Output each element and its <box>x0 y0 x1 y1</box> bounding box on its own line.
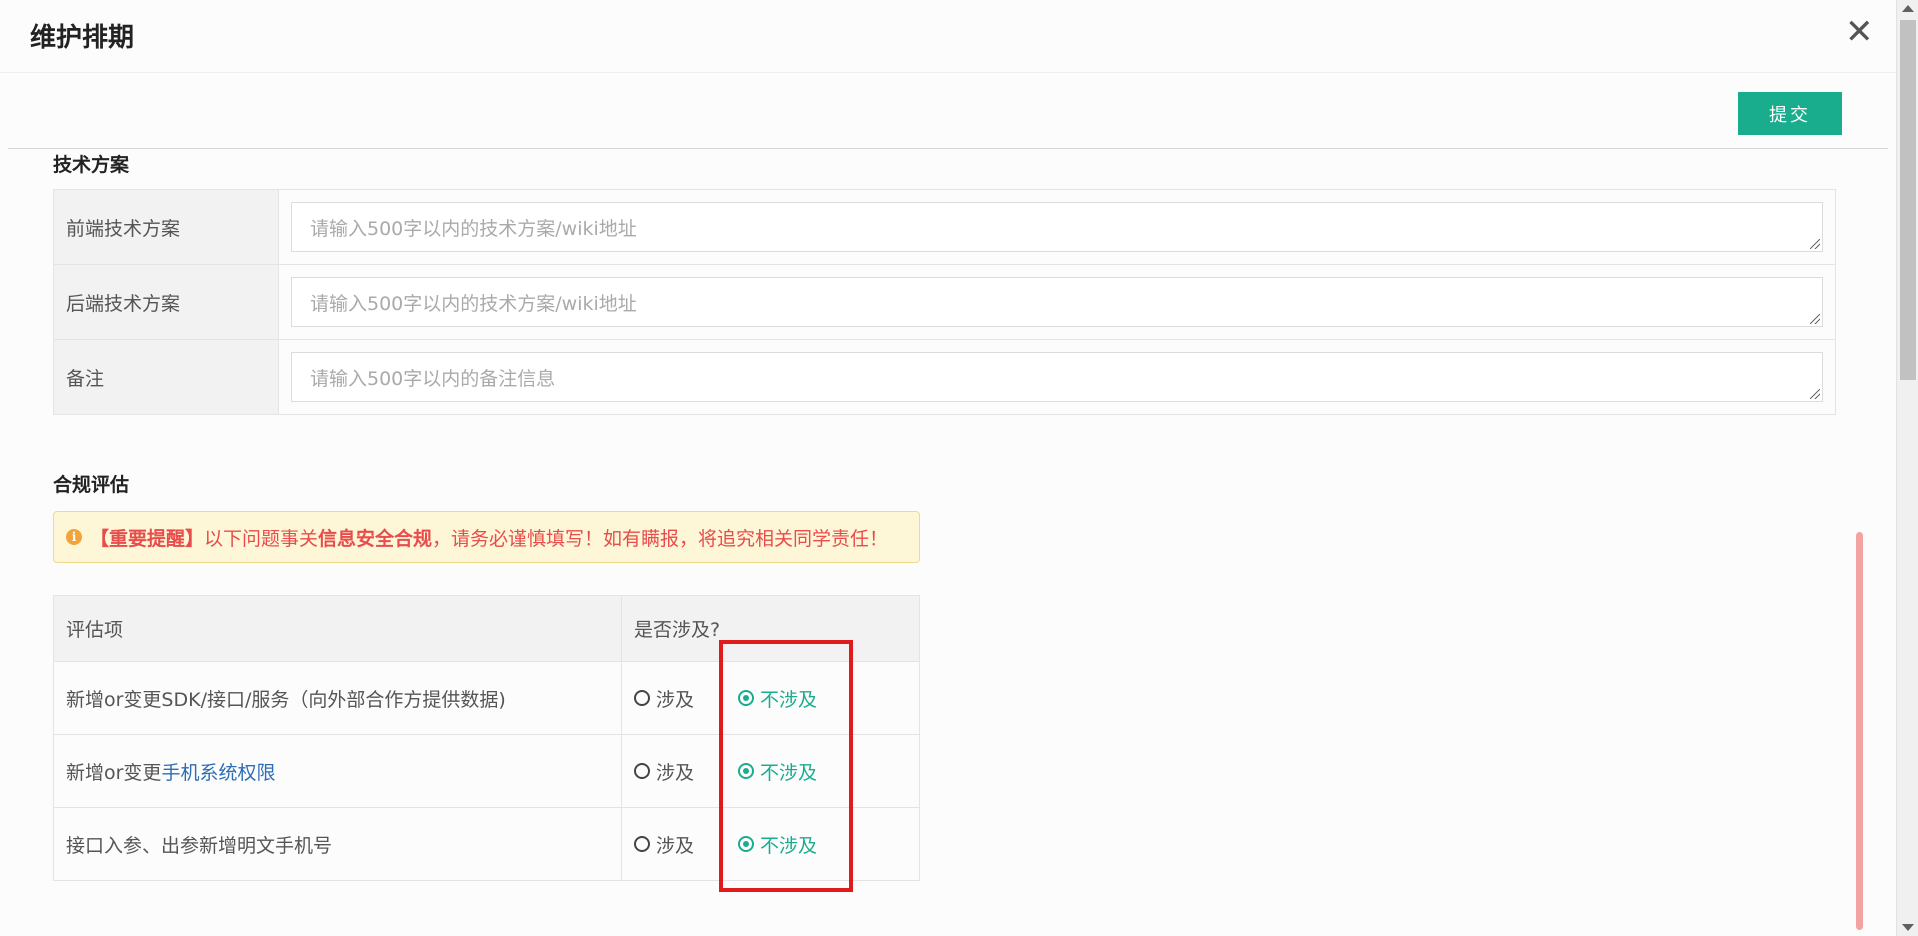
radio-checked-icon <box>738 690 755 706</box>
item-text: 接口入参、出参新增明文手机号 <box>66 834 333 857</box>
header-involved: 是否涉及? <box>634 619 721 641</box>
tech-section-title: 技术方案 <box>53 154 130 176</box>
tech-row-backend: 后端技术方案 请输入500字以内的技术方案/wiki地址 <box>54 265 1835 340</box>
warning-emphasis-prefix: 【重要提醒】 <box>90 527 205 550</box>
scroll-up-arrow-icon[interactable] <box>1902 5 1914 12</box>
warning-emphasis-mid: 信息安全合规 <box>318 527 433 550</box>
inner-scrollbar-thumb[interactable] <box>1856 532 1863 930</box>
table-row: 接口入参、出参新增明文手机号 涉及 不涉及 <box>54 808 919 880</box>
backend-plan-label: 后端技术方案 <box>54 265 279 339</box>
tech-row-frontend: 前端技术方案 请输入500字以内的技术方案/wiki地址 <box>54 190 1835 265</box>
item-text: 新增or变更 <box>66 761 162 784</box>
radio-label: 涉及 <box>656 761 695 784</box>
table-row: 新增or变更 手机系统权限 涉及 不涉及 <box>54 735 919 808</box>
table-row: 新增or变更SDK/接口/服务（向外部合作方提供数据) 涉及 不涉及 <box>54 662 919 735</box>
close-icon[interactable]: ✕ <box>1845 15 1874 49</box>
scroll-down-arrow-icon[interactable] <box>1902 924 1914 931</box>
resize-handle-icon[interactable] <box>1810 239 1820 249</box>
dialog-header: 维护排期 ✕ <box>0 0 1896 73</box>
compliance-section-title: 合规评估 <box>53 474 130 496</box>
frontend-plan-textarea[interactable]: 请输入500字以内的技术方案/wiki地址 <box>291 202 1823 252</box>
frontend-plan-placeholder: 请输入500字以内的技术方案/wiki地址 <box>310 217 637 240</box>
radio-label: 不涉及 <box>760 761 818 784</box>
radio-not-involved[interactable]: 不涉及 <box>738 758 817 785</box>
resize-handle-icon[interactable] <box>1810 389 1820 399</box>
frontend-plan-label: 前端技术方案 <box>54 190 279 264</box>
radio-label: 不涉及 <box>760 834 818 857</box>
backend-plan-placeholder: 请输入500字以内的技术方案/wiki地址 <box>310 292 637 315</box>
radio-involved[interactable]: 涉及 <box>634 685 694 712</box>
radio-label: 不涉及 <box>760 688 818 711</box>
row-item-text: 接口入参、出参新增明文手机号 <box>54 808 622 880</box>
page-scrollbar[interactable] <box>1896 0 1918 936</box>
radio-unchecked-icon <box>634 690 650 706</box>
row-options: 涉及 不涉及 <box>622 808 919 880</box>
info-icon: i <box>66 529 82 545</box>
dialog-title: 维护排期 <box>30 23 135 53</box>
row-item-text: 新增or变更 手机系统权限 <box>54 735 622 807</box>
radio-checked-icon <box>738 763 755 779</box>
tech-plan-table: 前端技术方案 请输入500字以内的技术方案/wiki地址 后端技术方案 请输入5… <box>53 189 1836 415</box>
row-item-text: 新增or变更SDK/接口/服务（向外部合作方提供数据) <box>54 662 622 734</box>
table-header: 评估项 是否涉及? <box>54 596 919 662</box>
radio-involved[interactable]: 涉及 <box>634 758 694 785</box>
resize-handle-icon[interactable] <box>1810 314 1820 324</box>
radio-unchecked-icon <box>634 763 650 779</box>
maintenance-schedule-dialog: 维护排期 ✕ 提交 技术方案 前端技术方案 请输入500字以内的技术方案/wik… <box>0 0 1918 936</box>
warning-text-b: ，请务必谨慎填写！如有瞒报，将追究相关同学责任！ <box>432 527 889 550</box>
radio-not-involved[interactable]: 不涉及 <box>738 831 817 858</box>
row-options: 涉及 不涉及 <box>622 735 919 807</box>
remarks-placeholder: 请输入500字以内的备注信息 <box>310 367 556 390</box>
warning-text-a: 以下问题事关 <box>204 527 319 550</box>
header-item: 评估项 <box>54 596 622 661</box>
radio-label: 涉及 <box>656 834 695 857</box>
compliance-table: 评估项 是否涉及? 新增or变更SDK/接口/服务（向外部合作方提供数据) 涉及… <box>53 595 920 881</box>
radio-not-involved[interactable]: 不涉及 <box>738 685 817 712</box>
backend-plan-textarea[interactable]: 请输入500字以内的技术方案/wiki地址 <box>291 277 1823 327</box>
item-text: 新增or变更SDK/接口/服务（向外部合作方提供数据) <box>66 688 506 711</box>
phone-permission-link[interactable]: 手机系统权限 <box>161 758 275 785</box>
radio-label: 涉及 <box>656 688 695 711</box>
radio-involved[interactable]: 涉及 <box>634 831 694 858</box>
page-scrollbar-thumb[interactable] <box>1900 20 1916 380</box>
remarks-textarea[interactable]: 请输入500字以内的备注信息 <box>291 352 1823 402</box>
submit-button[interactable]: 提交 <box>1738 92 1842 135</box>
radio-unchecked-icon <box>634 836 650 852</box>
tech-row-remarks: 备注 请输入500字以内的备注信息 <box>54 340 1835 414</box>
divider <box>8 148 1888 149</box>
remarks-label: 备注 <box>54 340 279 414</box>
radio-checked-icon <box>738 836 755 852</box>
compliance-warning-banner: i 【重要提醒】 以下问题事关 信息安全合规 ，请务必谨慎填写！如有瞒报，将追究… <box>53 511 920 563</box>
row-options: 涉及 不涉及 <box>622 662 919 734</box>
